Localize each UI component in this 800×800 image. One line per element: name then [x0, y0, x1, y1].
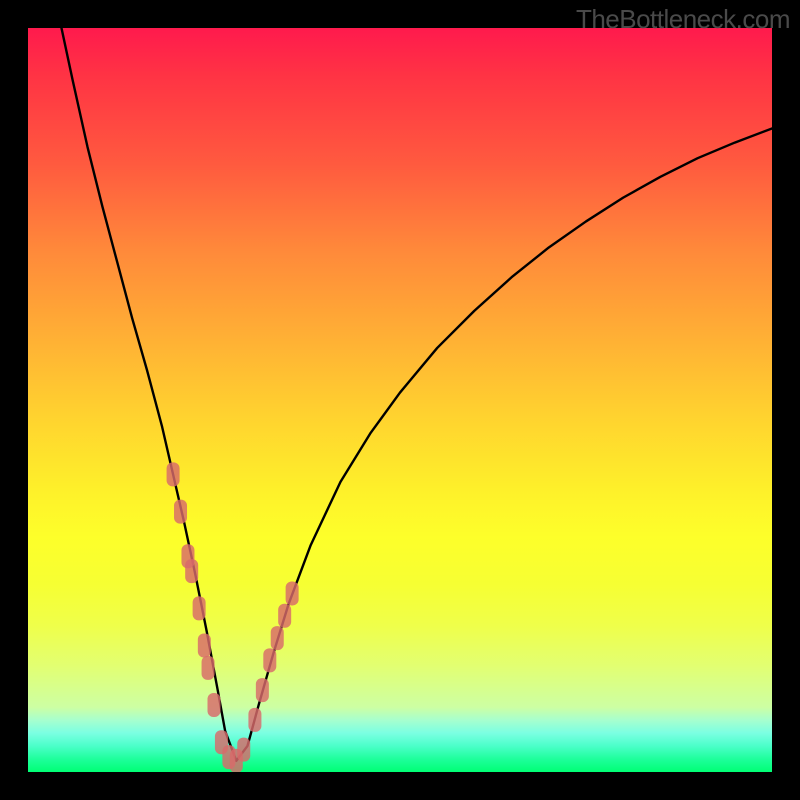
highlighted-points — [167, 462, 299, 772]
curve-overlay — [28, 28, 772, 772]
plot-area — [28, 28, 772, 772]
bottleneck-curve — [61, 28, 772, 761]
chart-frame: TheBottleneck.com — [0, 0, 800, 800]
attribution-text: TheBottleneck.com — [576, 4, 790, 35]
